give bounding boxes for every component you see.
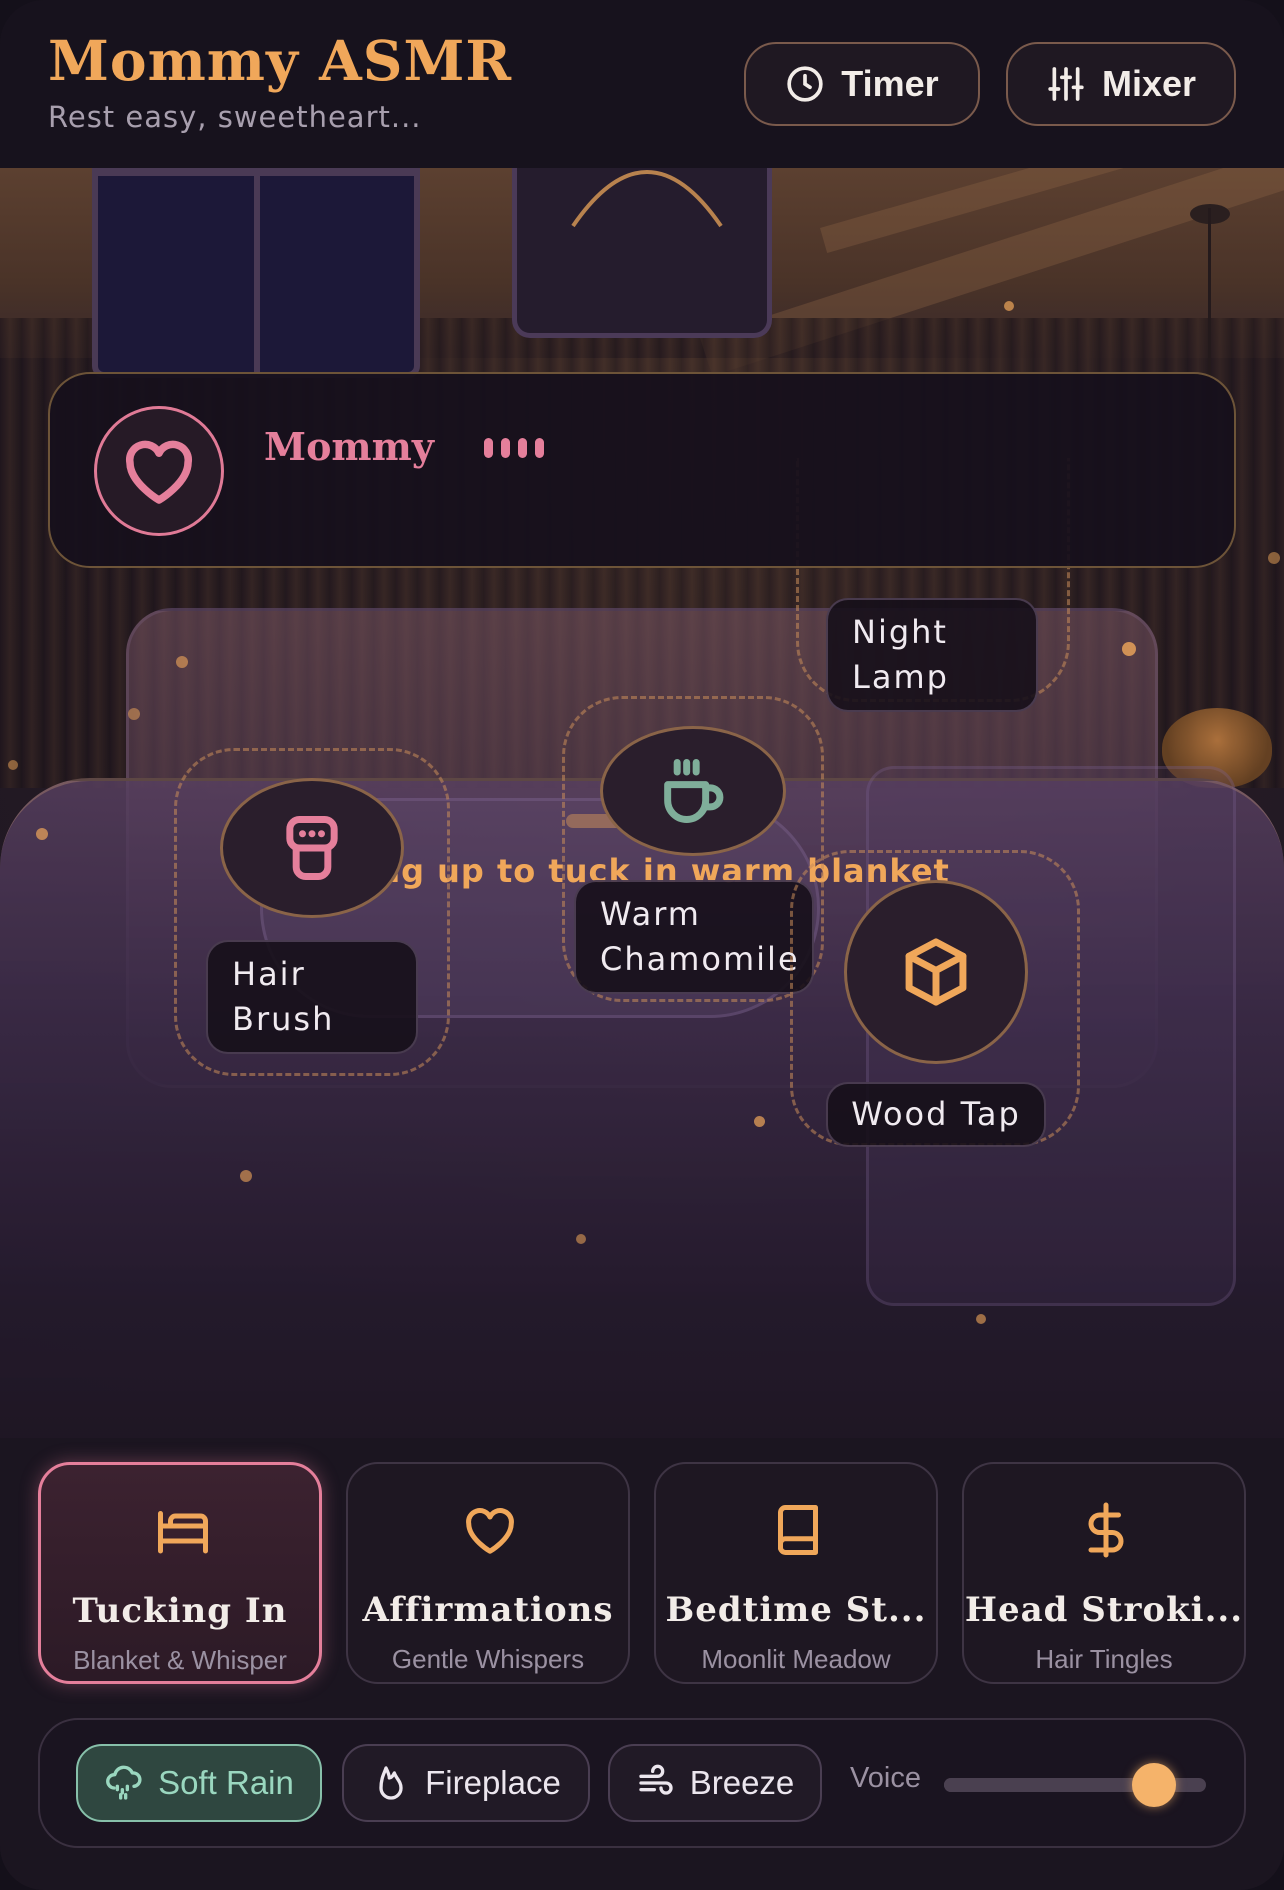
app-subtitle: Rest easy, sweetheart...: [48, 100, 422, 134]
heart-icon: [125, 440, 193, 504]
flame-icon: [379, 1766, 403, 1800]
prop-label-hair-brush: Hair Brush: [206, 940, 418, 1054]
ambient-soft-rain[interactable]: Soft Rain: [76, 1744, 322, 1822]
scene-title: Bedtime St...: [665, 1590, 927, 1630]
arch-icon: [571, 170, 723, 228]
dust-particle: [976, 1314, 986, 1324]
ambient-breeze[interactable]: Breeze: [608, 1744, 822, 1822]
typing-dot: [518, 438, 527, 458]
voice-label: Voice: [850, 1762, 921, 1794]
book-icon: [778, 1505, 818, 1555]
heart-icon: [466, 1508, 514, 1554]
bottom-controls: Tucking In Blanket & Whisper Affirmation…: [0, 1438, 1284, 1890]
app-window: Mommy ASMR Rest easy, sweetheart... Time…: [0, 0, 1284, 1890]
bedroom-scene: Drag up to tuck in warm blanket Night La…: [0, 168, 1284, 1438]
chip-label: Breeze: [689, 1764, 795, 1801]
prop-warm-chamomile[interactable]: [600, 726, 786, 856]
night-window: [92, 168, 420, 378]
prop-label: Night Lamp: [852, 613, 949, 696]
timer-button[interactable]: Timer: [744, 42, 980, 126]
scene-title: Affirmations: [362, 1590, 614, 1630]
dust-particle: [240, 1170, 252, 1182]
typing-dot: [535, 438, 544, 458]
prop-night-lamp[interactable]: Night Lamp: [826, 598, 1038, 712]
voice-slider-fill: [944, 1778, 1154, 1792]
clock-icon: [787, 66, 823, 102]
scene-bedtime-story[interactable]: Bedtime St... Moonlit Meadow: [654, 1462, 938, 1684]
prop-wood-tap[interactable]: [844, 880, 1028, 1064]
scene-subtitle: Blanket & Whisper: [73, 1645, 287, 1675]
scene-title: Head Stroki...: [964, 1590, 1244, 1630]
typing-dot: [484, 438, 493, 458]
prop-label-chamomile: Warm Chamomile: [574, 880, 814, 994]
dust-particle: [1122, 642, 1136, 656]
dust-particle: [176, 656, 188, 668]
dust-particle: [576, 1234, 586, 1244]
app-header: Mommy ASMR Rest easy, sweetheart... Time…: [0, 0, 1284, 168]
dust-particle: [36, 828, 48, 840]
mixer-label: Mixer: [1101, 63, 1197, 104]
dust-particle: [128, 708, 140, 720]
scene-tucking-in[interactable]: Tucking In Blanket & Whisper: [38, 1462, 322, 1684]
mixer-button[interactable]: Mixer: [1006, 42, 1236, 126]
dust-particle: [1004, 301, 1014, 311]
dust-particle: [754, 1116, 765, 1127]
typing-indicator: [484, 438, 544, 458]
rain-cloud-icon: [106, 1765, 142, 1800]
prop-label: Wood Tap: [851, 1095, 1021, 1133]
scene-title: Tucking In: [72, 1591, 288, 1631]
prop-label: Hair Brush: [232, 955, 335, 1038]
scene-head-stroking[interactable]: Head Stroki... Hair Tingles: [962, 1462, 1246, 1684]
dust-particle: [8, 760, 18, 770]
app-title: Mommy ASMR: [48, 28, 513, 93]
tea-cup-icon: [664, 759, 724, 823]
arched-mirror: [512, 168, 772, 338]
typing-dot: [501, 438, 510, 458]
wind-icon: [639, 1764, 673, 1795]
companion-card: Mommy: [48, 372, 1236, 568]
hair-brush-icon: [286, 816, 338, 880]
prop-hair-brush[interactable]: [220, 778, 404, 918]
ambient-fireplace[interactable]: Fireplace: [342, 1744, 590, 1822]
timer-label: Timer: [841, 63, 939, 104]
prop-label: Warm Chamomile: [600, 895, 800, 978]
voice-slider-knob[interactable]: [1131, 1763, 1176, 1807]
ambient-sound-bar: Soft Rain Fireplace Breeze Voice: [38, 1718, 1246, 1848]
companion-avatar[interactable]: [94, 406, 224, 536]
scene-subtitle: Gentle Whispers: [391, 1644, 585, 1674]
dollar-icon: [1088, 1502, 1124, 1558]
voice-slider[interactable]: [944, 1763, 1206, 1807]
chip-label: Soft Rain: [158, 1764, 294, 1801]
chip-label: Fireplace: [425, 1764, 561, 1801]
companion-name: Mommy: [264, 424, 434, 469]
scene-affirmations[interactable]: Affirmations Gentle Whispers: [346, 1462, 630, 1684]
bed-icon: [158, 1511, 208, 1554]
prop-label-wood-tap: Wood Tap: [826, 1082, 1046, 1147]
wood-block-icon: [905, 938, 967, 1006]
dust-particle: [1268, 552, 1280, 564]
sliders-icon: [1048, 67, 1084, 101]
scene-subtitle: Hair Tingles: [1035, 1644, 1173, 1674]
scene-subtitle: Moonlit Meadow: [701, 1644, 891, 1674]
